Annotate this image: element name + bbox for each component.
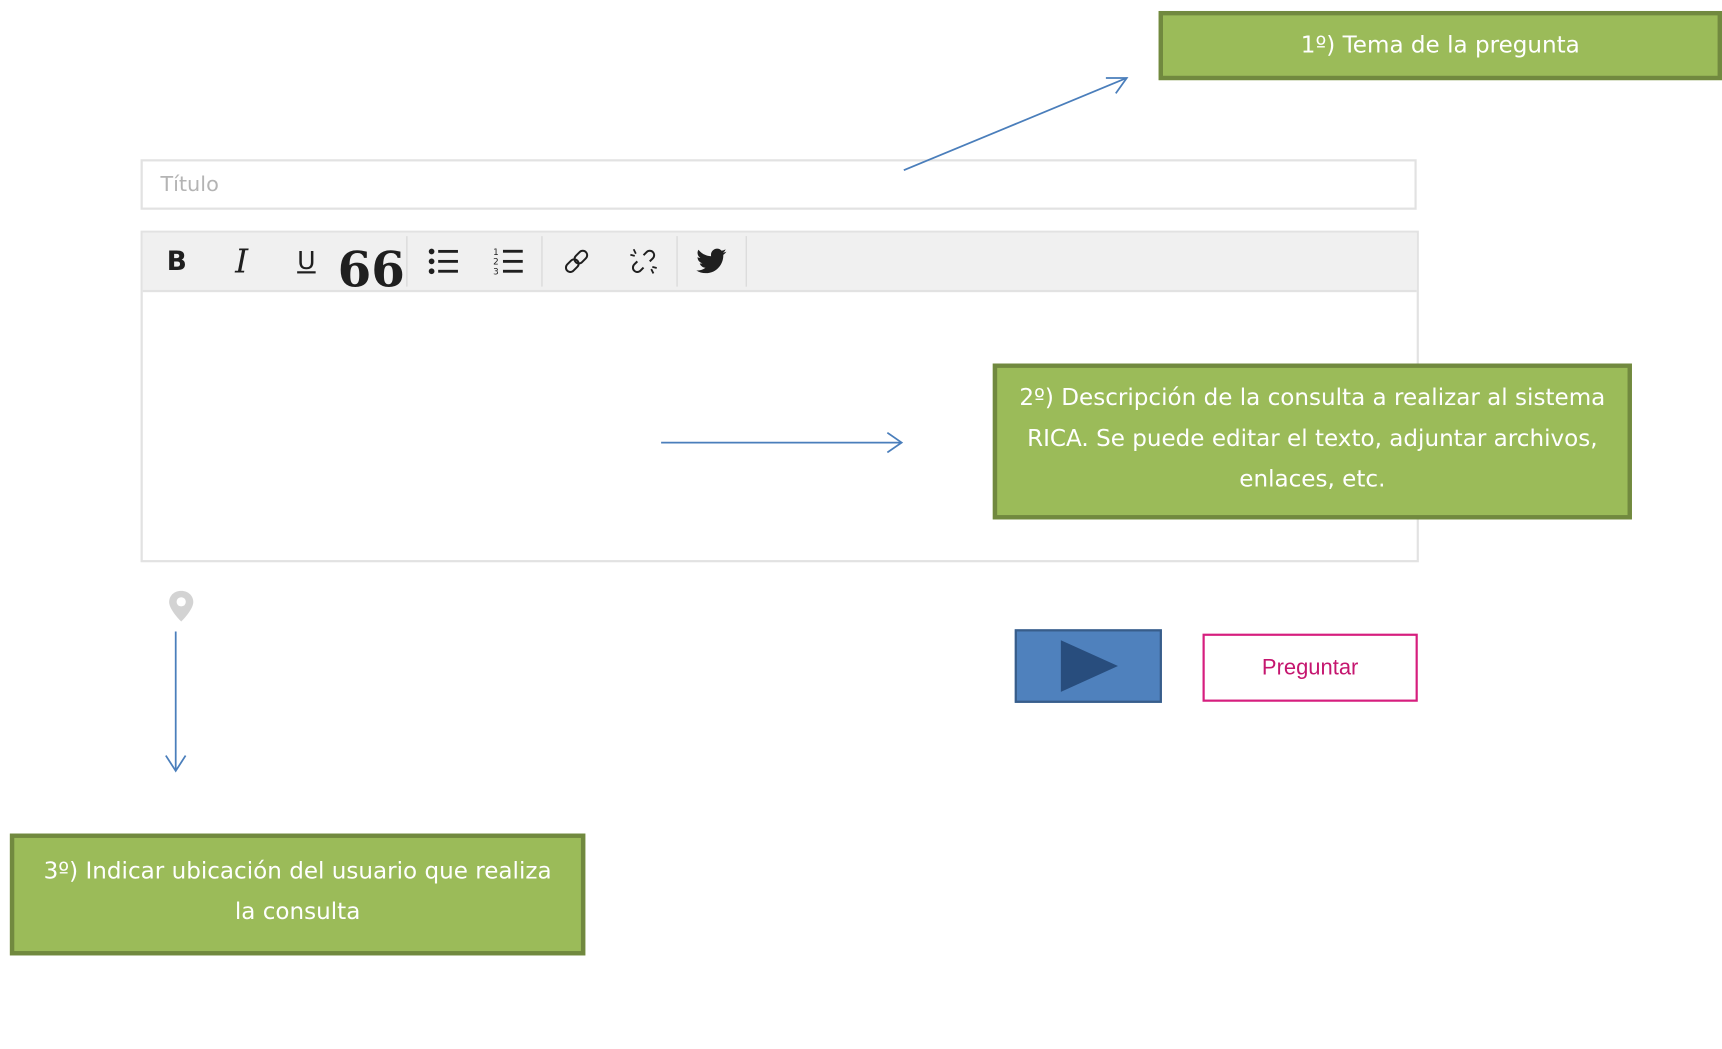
bulleted-list-button[interactable]	[412, 233, 476, 290]
callout-step2: 2º) Descripción de la consulta a realiza…	[992, 363, 1632, 520]
underline-button[interactable]: U	[275, 233, 339, 290]
numbered-list-button[interactable]: 1 2 3	[477, 233, 541, 290]
link-button[interactable]	[545, 233, 609, 290]
arrow-to-step1	[903, 77, 1128, 172]
toolbar-divider	[676, 236, 678, 287]
arrowhead-step1	[1105, 77, 1129, 94]
svg-text:2: 2	[493, 258, 499, 268]
twitter-button[interactable]	[680, 233, 744, 290]
callout-step1: 1º) Tema de la pregunta	[1158, 10, 1722, 81]
toolbar-divider	[541, 236, 543, 287]
callout-step3: 3º) Indicar ubicación del usuario que re…	[9, 833, 586, 956]
numbered-list-icon: 1 2 3	[493, 248, 523, 277]
play-icon	[1060, 640, 1118, 692]
svg-text:1: 1	[493, 248, 499, 258]
editor-toolbar: B I U 66 1 2 3	[142, 232, 1417, 295]
location-button[interactable]	[167, 590, 196, 623]
toolbar-divider	[406, 236, 408, 287]
title-input[interactable]	[140, 159, 1417, 210]
bullet-list-icon	[428, 248, 458, 275]
unlink-button[interactable]	[612, 233, 676, 290]
link-icon	[564, 249, 589, 273]
annotated-screenshot: B I U 66 1 2 3	[0, 0, 1722, 1049]
svg-text:3: 3	[493, 268, 499, 277]
preguntar-button[interactable]: Preguntar	[1202, 633, 1418, 702]
unlink-icon	[630, 248, 657, 274]
toolbar-divider	[745, 236, 747, 287]
map-pin-icon	[169, 590, 194, 622]
blockquote-button[interactable]: 66	[338, 233, 405, 295]
arrowhead-step3	[165, 755, 187, 773]
twitter-icon	[696, 248, 727, 274]
bold-button[interactable]: B	[145, 233, 209, 290]
play-button[interactable]	[1014, 629, 1162, 703]
italic-button[interactable]: I	[210, 233, 274, 290]
